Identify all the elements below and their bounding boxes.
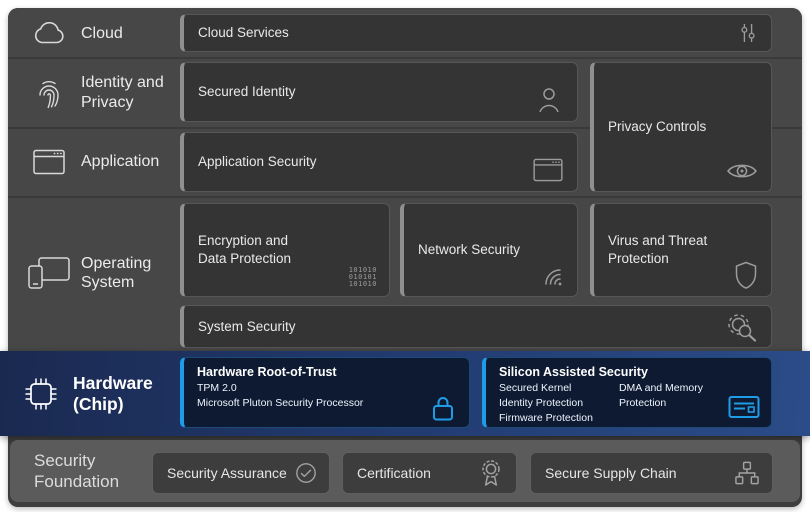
chip-icon (14, 376, 68, 412)
sliders-icon (739, 21, 757, 45)
box-title: Silicon Assisted Security (499, 365, 759, 379)
row-label-text: Hardware (Chip) (73, 373, 175, 415)
ribbon-badge-icon (478, 458, 504, 488)
box-label: Cloud Services (198, 24, 289, 42)
box-label: System Security (198, 318, 296, 336)
row-label-identity-privacy: Identity and Privacy (8, 59, 184, 126)
box-application-security: Application Security (180, 132, 578, 192)
memory-card-icon (728, 394, 760, 420)
box-line: Microsoft Pluton Security Processor (197, 396, 457, 411)
box-network-security: Network Security (400, 203, 578, 297)
box-label: Security Assurance (167, 465, 287, 481)
box-cloud-services: Cloud Services (180, 14, 772, 52)
wifi-icon (539, 266, 565, 288)
box-label: Application Security (198, 153, 317, 171)
binary-code-icon: 101010 010101 101010 (349, 267, 377, 288)
row-label-text: Operating System (81, 254, 173, 292)
row-label-hardware-chip: Hardware (Chip) (0, 351, 180, 436)
eye-icon (726, 161, 758, 181)
check-circle-icon (295, 462, 317, 484)
box-label: Virus and Threat Protection (608, 232, 728, 267)
row-label-security-foundation: Security Foundation (34, 440, 154, 502)
row-label-cloud: Cloud (8, 10, 184, 57)
box-column-right: DMA and Memory Protection (619, 381, 711, 426)
box-privacy-controls: Privacy Controls (590, 62, 772, 192)
cloud-icon (22, 22, 76, 45)
person-icon (537, 86, 561, 114)
box-encryption-data-protection: Encryption and Data Protection 101010 01… (180, 203, 390, 297)
box-label: Encryption and Data Protection (198, 232, 310, 267)
box-secured-identity: Secured Identity (180, 62, 578, 122)
box-label: Network Security (418, 241, 520, 259)
app-window-icon (22, 149, 76, 175)
box-title: Hardware Root-of-Trust (197, 365, 457, 379)
box-security-assurance: Security Assurance (152, 452, 330, 494)
gear-search-icon (725, 311, 757, 343)
org-chart-icon (734, 460, 760, 486)
row-label-operating-system: Operating System (8, 198, 184, 348)
box-system-security: System Security (180, 305, 772, 348)
app-window-icon (533, 158, 563, 182)
box-label: Privacy Controls (608, 118, 706, 136)
box-certification: Certification (342, 452, 517, 494)
box-secure-supply-chain: Secure Supply Chain (530, 452, 773, 494)
row-label-text: Application (81, 152, 159, 171)
box-hardware-root-of-trust: Hardware Root-of-Trust TPM 2.0 Microsoft… (180, 357, 470, 428)
box-virus-threat-protection: Virus and Threat Protection (590, 203, 772, 297)
box-line: TPM 2.0 (197, 381, 457, 396)
fingerprint-icon (22, 77, 76, 109)
box-label: Secured Identity (198, 83, 296, 101)
devices-icon (22, 256, 76, 290)
box-column-left: Secured Kernel Identity Protection Firmw… (499, 381, 593, 426)
row-label-text: Identity and Privacy (81, 73, 179, 111)
shield-icon (733, 260, 759, 290)
windows-security-layers-diagram: Cloud Identity and Privacy Application O… (0, 0, 810, 512)
row-label-text: Cloud (81, 24, 123, 43)
lock-icon (431, 394, 455, 422)
box-silicon-assisted-security: Silicon Assisted Security Secured Kernel… (482, 357, 772, 428)
row-label-application: Application (8, 129, 184, 195)
row-label-text: Security Foundation (34, 450, 154, 493)
box-label: Secure Supply Chain (545, 465, 677, 481)
box-label: Certification (357, 465, 431, 481)
